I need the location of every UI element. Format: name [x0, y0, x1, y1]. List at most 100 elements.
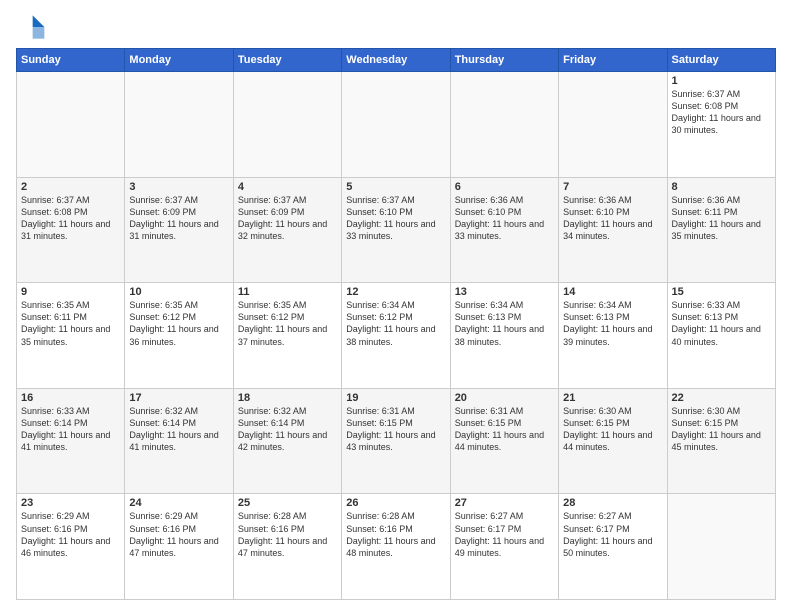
calendar-cell: 10Sunrise: 6:35 AM Sunset: 6:12 PM Dayli…: [125, 283, 233, 389]
calendar-cell: [125, 72, 233, 178]
day-info: Sunrise: 6:37 AM Sunset: 6:08 PM Dayligh…: [21, 194, 120, 243]
calendar-week-row: 23Sunrise: 6:29 AM Sunset: 6:16 PM Dayli…: [17, 494, 776, 600]
calendar-cell: 27Sunrise: 6:27 AM Sunset: 6:17 PM Dayli…: [450, 494, 558, 600]
day-info: Sunrise: 6:27 AM Sunset: 6:17 PM Dayligh…: [563, 510, 662, 559]
day-info: Sunrise: 6:31 AM Sunset: 6:15 PM Dayligh…: [346, 405, 445, 454]
calendar-week-row: 2Sunrise: 6:37 AM Sunset: 6:08 PM Daylig…: [17, 177, 776, 283]
day-number: 5: [346, 181, 445, 193]
logo: [16, 12, 50, 42]
day-number: 16: [21, 392, 120, 404]
calendar-table: SundayMondayTuesdayWednesdayThursdayFrid…: [16, 48, 776, 600]
day-of-week-header: Saturday: [667, 49, 775, 72]
calendar-cell: 26Sunrise: 6:28 AM Sunset: 6:16 PM Dayli…: [342, 494, 450, 600]
day-number: 19: [346, 392, 445, 404]
calendar-cell: [667, 494, 775, 600]
day-info: Sunrise: 6:34 AM Sunset: 6:12 PM Dayligh…: [346, 299, 445, 348]
calendar-header-row: SundayMondayTuesdayWednesdayThursdayFrid…: [17, 49, 776, 72]
day-info: Sunrise: 6:36 AM Sunset: 6:10 PM Dayligh…: [455, 194, 554, 243]
day-info: Sunrise: 6:33 AM Sunset: 6:13 PM Dayligh…: [672, 299, 771, 348]
day-number: 26: [346, 497, 445, 509]
day-info: Sunrise: 6:36 AM Sunset: 6:11 PM Dayligh…: [672, 194, 771, 243]
day-of-week-header: Tuesday: [233, 49, 341, 72]
day-info: Sunrise: 6:29 AM Sunset: 6:16 PM Dayligh…: [21, 510, 120, 559]
calendar-week-row: 9Sunrise: 6:35 AM Sunset: 6:11 PM Daylig…: [17, 283, 776, 389]
day-info: Sunrise: 6:29 AM Sunset: 6:16 PM Dayligh…: [129, 510, 228, 559]
page: SundayMondayTuesdayWednesdayThursdayFrid…: [0, 0, 792, 612]
day-of-week-header: Sunday: [17, 49, 125, 72]
day-number: 20: [455, 392, 554, 404]
day-info: Sunrise: 6:33 AM Sunset: 6:14 PM Dayligh…: [21, 405, 120, 454]
day-info: Sunrise: 6:34 AM Sunset: 6:13 PM Dayligh…: [455, 299, 554, 348]
day-number: 12: [346, 286, 445, 298]
calendar-cell: 7Sunrise: 6:36 AM Sunset: 6:10 PM Daylig…: [559, 177, 667, 283]
calendar-cell: 18Sunrise: 6:32 AM Sunset: 6:14 PM Dayli…: [233, 388, 341, 494]
calendar-cell: [342, 72, 450, 178]
calendar-cell: 9Sunrise: 6:35 AM Sunset: 6:11 PM Daylig…: [17, 283, 125, 389]
day-number: 14: [563, 286, 662, 298]
calendar-cell: 6Sunrise: 6:36 AM Sunset: 6:10 PM Daylig…: [450, 177, 558, 283]
day-number: 1: [672, 75, 771, 87]
day-number: 2: [21, 181, 120, 193]
calendar-cell: 17Sunrise: 6:32 AM Sunset: 6:14 PM Dayli…: [125, 388, 233, 494]
day-info: Sunrise: 6:28 AM Sunset: 6:16 PM Dayligh…: [346, 510, 445, 559]
day-number: 6: [455, 181, 554, 193]
day-info: Sunrise: 6:35 AM Sunset: 6:12 PM Dayligh…: [129, 299, 228, 348]
day-of-week-header: Wednesday: [342, 49, 450, 72]
day-of-week-header: Thursday: [450, 49, 558, 72]
calendar-cell: 23Sunrise: 6:29 AM Sunset: 6:16 PM Dayli…: [17, 494, 125, 600]
day-number: 25: [238, 497, 337, 509]
day-number: 7: [563, 181, 662, 193]
day-info: Sunrise: 6:37 AM Sunset: 6:09 PM Dayligh…: [238, 194, 337, 243]
day-info: Sunrise: 6:37 AM Sunset: 6:09 PM Dayligh…: [129, 194, 228, 243]
calendar-cell: 4Sunrise: 6:37 AM Sunset: 6:09 PM Daylig…: [233, 177, 341, 283]
calendar-cell: 19Sunrise: 6:31 AM Sunset: 6:15 PM Dayli…: [342, 388, 450, 494]
calendar-cell: [559, 72, 667, 178]
day-info: Sunrise: 6:35 AM Sunset: 6:12 PM Dayligh…: [238, 299, 337, 348]
day-info: Sunrise: 6:35 AM Sunset: 6:11 PM Dayligh…: [21, 299, 120, 348]
calendar-cell: [450, 72, 558, 178]
calendar-cell: 15Sunrise: 6:33 AM Sunset: 6:13 PM Dayli…: [667, 283, 775, 389]
day-number: 10: [129, 286, 228, 298]
calendar-cell: [17, 72, 125, 178]
day-of-week-header: Friday: [559, 49, 667, 72]
day-number: 8: [672, 181, 771, 193]
calendar-cell: 22Sunrise: 6:30 AM Sunset: 6:15 PM Dayli…: [667, 388, 775, 494]
calendar-cell: 28Sunrise: 6:27 AM Sunset: 6:17 PM Dayli…: [559, 494, 667, 600]
calendar-cell: [233, 72, 341, 178]
day-number: 28: [563, 497, 662, 509]
calendar-cell: 3Sunrise: 6:37 AM Sunset: 6:09 PM Daylig…: [125, 177, 233, 283]
calendar-week-row: 16Sunrise: 6:33 AM Sunset: 6:14 PM Dayli…: [17, 388, 776, 494]
calendar-cell: 21Sunrise: 6:30 AM Sunset: 6:15 PM Dayli…: [559, 388, 667, 494]
day-number: 13: [455, 286, 554, 298]
day-info: Sunrise: 6:32 AM Sunset: 6:14 PM Dayligh…: [129, 405, 228, 454]
calendar-cell: 2Sunrise: 6:37 AM Sunset: 6:08 PM Daylig…: [17, 177, 125, 283]
day-number: 15: [672, 286, 771, 298]
day-number: 9: [21, 286, 120, 298]
day-number: 3: [129, 181, 228, 193]
calendar-cell: 24Sunrise: 6:29 AM Sunset: 6:16 PM Dayli…: [125, 494, 233, 600]
calendar-cell: 12Sunrise: 6:34 AM Sunset: 6:12 PM Dayli…: [342, 283, 450, 389]
calendar-cell: 25Sunrise: 6:28 AM Sunset: 6:16 PM Dayli…: [233, 494, 341, 600]
calendar-cell: 14Sunrise: 6:34 AM Sunset: 6:13 PM Dayli…: [559, 283, 667, 389]
day-number: 22: [672, 392, 771, 404]
day-info: Sunrise: 6:30 AM Sunset: 6:15 PM Dayligh…: [672, 405, 771, 454]
day-number: 24: [129, 497, 228, 509]
day-number: 11: [238, 286, 337, 298]
day-info: Sunrise: 6:34 AM Sunset: 6:13 PM Dayligh…: [563, 299, 662, 348]
day-info: Sunrise: 6:28 AM Sunset: 6:16 PM Dayligh…: [238, 510, 337, 559]
calendar-cell: 1Sunrise: 6:37 AM Sunset: 6:08 PM Daylig…: [667, 72, 775, 178]
day-number: 21: [563, 392, 662, 404]
day-info: Sunrise: 6:36 AM Sunset: 6:10 PM Dayligh…: [563, 194, 662, 243]
day-info: Sunrise: 6:31 AM Sunset: 6:15 PM Dayligh…: [455, 405, 554, 454]
day-info: Sunrise: 6:27 AM Sunset: 6:17 PM Dayligh…: [455, 510, 554, 559]
logo-icon: [16, 12, 46, 42]
calendar-cell: 13Sunrise: 6:34 AM Sunset: 6:13 PM Dayli…: [450, 283, 558, 389]
calendar-cell: 20Sunrise: 6:31 AM Sunset: 6:15 PM Dayli…: [450, 388, 558, 494]
calendar-cell: 16Sunrise: 6:33 AM Sunset: 6:14 PM Dayli…: [17, 388, 125, 494]
calendar-body: 1 Sunrise: 6:37 AM Sunset: 6:08 PM Daylig…: [17, 72, 776, 600]
day-info: Sunrise: 6:37 AM Sunset: 6:10 PM Dayligh…: [346, 194, 445, 243]
day-number: 17: [129, 392, 228, 404]
day-number: 4: [238, 181, 337, 193]
day-info: Sunrise: 6:30 AM Sunset: 6:15 PM Dayligh…: [563, 405, 662, 454]
day-number: 23: [21, 497, 120, 509]
